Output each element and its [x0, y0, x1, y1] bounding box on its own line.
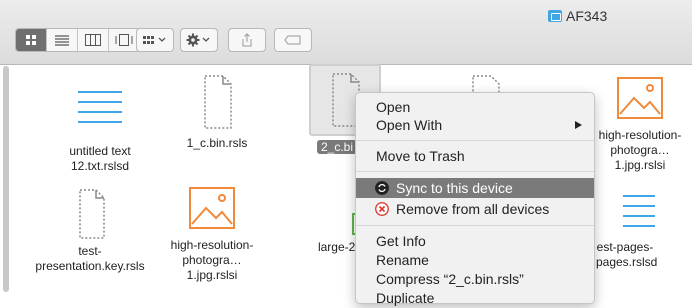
file-name: 1_c.bin.rsls: [186, 136, 248, 150]
vertical-scrollbar[interactable]: [3, 66, 9, 292]
blank-document-icon: [79, 189, 105, 239]
folder-sync-icon: [548, 10, 562, 22]
file-item[interactable]: test-presentation.key.rsls: [35, 188, 145, 274]
gear-icon: [186, 33, 210, 47]
view-mode-segment: [15, 28, 140, 52]
menu-item-duplicate[interactable]: Duplicate: [356, 288, 594, 308]
list-view-button[interactable]: [47, 29, 78, 51]
file-name: untitled text 12.txt.rslsd: [69, 144, 131, 173]
arrange-button[interactable]: [136, 28, 174, 52]
menu-item-remove[interactable]: Remove from all devices: [356, 199, 594, 219]
file-name: test-presentation.key.rsls: [35, 244, 145, 273]
action-button[interactable]: [180, 28, 218, 52]
menu-separator: [356, 225, 594, 226]
window-toolbar: AF343: [0, 0, 692, 65]
arrange-icon: [143, 36, 166, 44]
file-item[interactable]: 1_c.bin.rsls: [162, 72, 272, 151]
gallery-view-button[interactable]: [109, 29, 139, 51]
icon-view-button[interactable]: [16, 29, 47, 51]
context-menu: Open Open With Move to Trash Sync to thi…: [355, 92, 595, 306]
menu-item-compress[interactable]: Compress “2_c.bin.rsls”: [356, 269, 594, 289]
menu-item-move-to-trash[interactable]: Move to Trash: [356, 146, 594, 166]
menu-item-rename[interactable]: Rename: [356, 250, 594, 270]
image-file-icon: [189, 187, 235, 229]
text-document-icon: [623, 195, 655, 227]
file-item[interactable]: high-resolution-photogra…1.jpg.rslsi: [157, 184, 267, 283]
blank-document-icon: [204, 75, 232, 129]
tag-icon: [284, 35, 301, 45]
gallery-view-icon: [115, 34, 133, 46]
sync-icon: [375, 181, 389, 195]
menu-item-get-info[interactable]: Get Info: [356, 231, 594, 251]
share-icon: [242, 33, 252, 47]
text-document-icon: [78, 91, 122, 123]
menu-item-open[interactable]: Open: [356, 97, 594, 117]
tag-button[interactable]: [274, 28, 312, 52]
file-name: high-resolution-photogra…1.jpg.rslsi: [598, 128, 682, 172]
file-name: high-resolution-photogra…1.jpg.rslsi: [170, 238, 254, 282]
menu-item-sync[interactable]: Sync to this device: [356, 178, 594, 198]
window-title: AF343: [548, 7, 607, 25]
image-file-icon: [617, 77, 663, 119]
remove-x-circle-icon: [375, 202, 389, 216]
menu-separator: [356, 140, 594, 141]
file-item[interactable]: untitled text 12.txt.rslsd: [45, 80, 155, 174]
menu-item-open-with[interactable]: Open With: [356, 115, 594, 135]
menu-separator: [356, 171, 594, 172]
list-view-icon: [55, 35, 69, 46]
file-item[interactable]: high-resolution-photogra…1.jpg.rslsi: [585, 74, 692, 173]
window-title-text: AF343: [566, 8, 608, 24]
share-button[interactable]: [228, 28, 266, 52]
submenu-arrow-icon: [575, 121, 582, 129]
column-view-icon: [85, 34, 101, 46]
icon-view-icon: [26, 35, 36, 45]
column-view-button[interactable]: [78, 29, 109, 51]
